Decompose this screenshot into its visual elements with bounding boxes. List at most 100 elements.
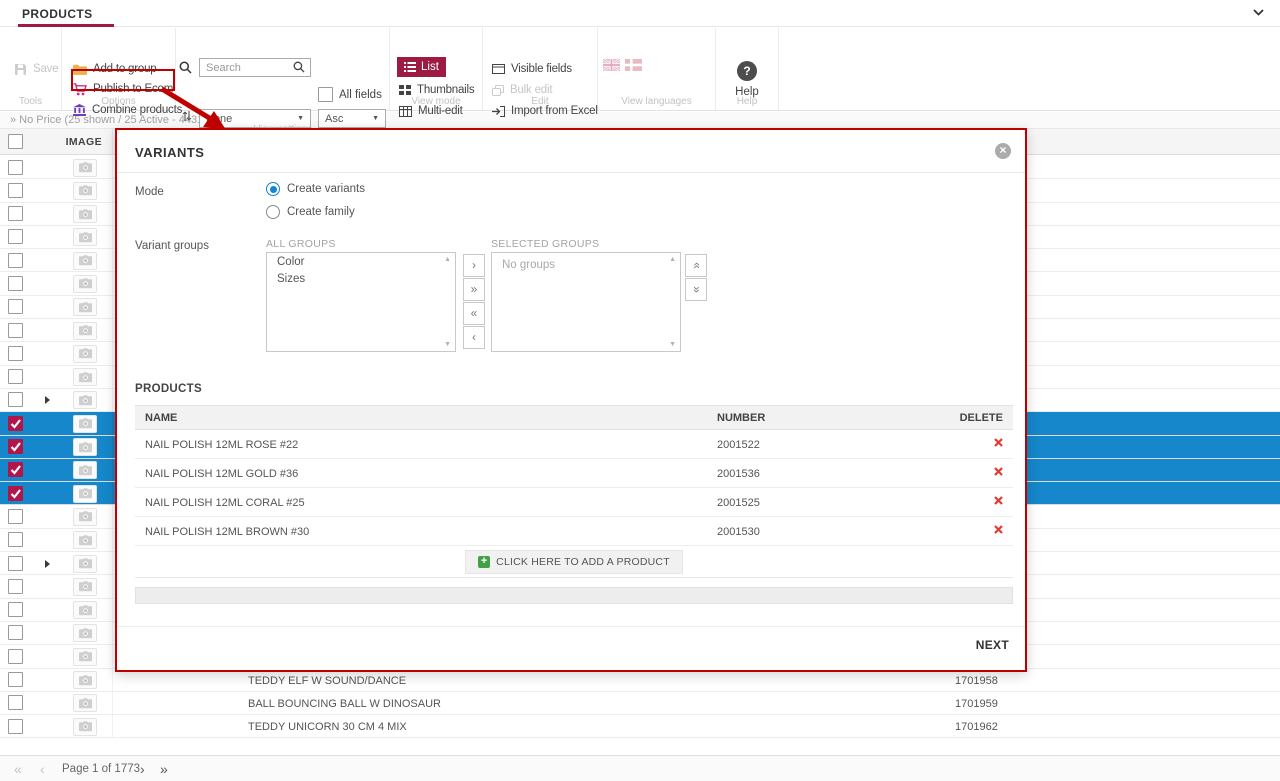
row-checkbox[interactable]	[8, 556, 23, 571]
image-placeholder-icon[interactable]	[73, 298, 97, 316]
listbox-item[interactable]: Color	[267, 253, 455, 270]
image-placeholder-icon[interactable]	[73, 345, 97, 363]
delete-product-icon[interactable]	[994, 438, 1003, 447]
row-checkbox[interactable]	[8, 183, 23, 198]
image-placeholder-icon[interactable]	[73, 368, 97, 386]
next-button[interactable]: NEXT	[976, 638, 1009, 652]
row-checkbox[interactable]	[8, 346, 23, 361]
row-checkbox[interactable]	[8, 486, 23, 501]
move-right-button[interactable]: ›	[463, 254, 485, 277]
modal-product-name: NAIL POLISH 12ML CORAL #25	[145, 497, 305, 509]
image-placeholder-icon[interactable]	[73, 555, 97, 573]
row-checkbox[interactable]	[8, 160, 23, 175]
image-placeholder-icon[interactable]	[73, 508, 97, 526]
row-checkbox[interactable]	[8, 392, 23, 407]
danish-flag-icon[interactable]	[625, 59, 642, 71]
row-checkbox[interactable]	[8, 509, 23, 524]
image-placeholder-icon[interactable]	[73, 485, 97, 503]
tab-products[interactable]: PRODUCTS	[22, 7, 93, 21]
last-page-button[interactable]: »	[160, 761, 168, 777]
image-placeholder-icon[interactable]	[73, 438, 97, 456]
image-placeholder-icon[interactable]	[73, 671, 97, 689]
delete-product-icon[interactable]	[994, 467, 1003, 476]
row-checkbox[interactable]	[8, 649, 23, 664]
delete-product-icon[interactable]	[994, 525, 1003, 534]
bulk-edit-label: Bulk edit	[510, 84, 552, 96]
row-checkbox[interactable]	[8, 579, 23, 594]
image-placeholder-icon[interactable]	[73, 624, 97, 642]
image-placeholder-icon[interactable]	[73, 205, 97, 223]
row-checkbox[interactable]	[8, 602, 23, 617]
image-placeholder-icon[interactable]	[73, 694, 97, 712]
image-placeholder-icon[interactable]	[73, 228, 97, 246]
table-row[interactable]: TEDDY ELF W SOUND/DANCE1701958	[0, 669, 1280, 692]
move-up-button[interactable]: »	[685, 254, 707, 277]
scroll-up-icon[interactable]: ▲	[444, 256, 451, 263]
product-number: 1701958	[955, 675, 998, 687]
image-placeholder-icon[interactable]	[73, 275, 97, 293]
image-placeholder-icon[interactable]	[73, 415, 97, 433]
save-button[interactable]: Save	[14, 60, 58, 78]
image-placeholder-icon[interactable]	[73, 322, 97, 340]
row-checkbox[interactable]	[8, 229, 23, 244]
image-placeholder-icon[interactable]	[73, 182, 97, 200]
next-page-button[interactable]: ›	[140, 761, 145, 777]
row-checkbox[interactable]	[8, 719, 23, 734]
image-placeholder-icon[interactable]	[73, 718, 97, 736]
prev-page-button[interactable]: ‹	[40, 761, 45, 777]
row-checkbox[interactable]	[8, 206, 23, 221]
scroll-down-icon[interactable]: ▼	[669, 341, 676, 348]
scroll-up-icon[interactable]: ▲	[669, 256, 676, 263]
row-checkbox[interactable]	[8, 532, 23, 547]
row-checkbox[interactable]	[8, 695, 23, 710]
search-submit-icon[interactable]	[293, 61, 305, 73]
scroll-down-icon[interactable]: ▼	[444, 341, 451, 348]
first-page-button[interactable]: «	[14, 761, 22, 777]
selected-groups-listbox[interactable]: No groups ▲ ▼	[491, 252, 681, 352]
help-icon[interactable]: ?	[737, 61, 757, 81]
listbox-item[interactable]: Sizes	[267, 270, 455, 287]
image-placeholder-icon[interactable]	[73, 648, 97, 666]
row-checkbox[interactable]	[8, 276, 23, 291]
image-placeholder-icon[interactable]	[73, 391, 97, 409]
radio-create-variants[interactable]: Create variants	[266, 182, 365, 196]
row-checkbox[interactable]	[8, 625, 23, 640]
move-all-right-button[interactable]: »	[463, 278, 485, 301]
uk-flag-icon[interactable]	[603, 59, 620, 71]
row-checkbox[interactable]	[8, 672, 23, 687]
collapse-ribbon-chevron-icon[interactable]	[1253, 9, 1264, 16]
row-checkbox[interactable]	[8, 462, 23, 477]
view-mode-list-button[interactable]: List	[397, 57, 446, 77]
move-left-button[interactable]: ‹	[463, 326, 485, 349]
move-all-left-button[interactable]: «	[463, 302, 485, 325]
table-row[interactable]: BALL BOUNCING BALL W DINOSAUR1701959	[0, 692, 1280, 715]
expand-arrow-icon[interactable]	[45, 396, 50, 404]
radio-create-family[interactable]: Create family	[266, 205, 355, 219]
image-placeholder-icon[interactable]	[73, 461, 97, 479]
row-checkbox[interactable]	[8, 299, 23, 314]
row-checkbox[interactable]	[8, 369, 23, 384]
image-column-header: IMAGE	[56, 136, 102, 148]
table-row[interactable]: TEDDY UNICORN 30 CM 4 MIX1701962	[0, 715, 1280, 738]
image-placeholder-icon[interactable]	[73, 578, 97, 596]
all-groups-listbox[interactable]: ▲ ▼ ColorSizes	[266, 252, 456, 352]
row-checkbox[interactable]	[8, 416, 23, 431]
move-down-button[interactable]: »	[685, 278, 707, 301]
all-fields-checkbox[interactable]	[318, 87, 333, 102]
row-checkbox[interactable]	[8, 323, 23, 338]
row-checkbox[interactable]	[8, 253, 23, 268]
select-all-checkbox[interactable]	[8, 134, 23, 149]
visible-fields-button[interactable]: Visible fields	[492, 60, 572, 78]
image-placeholder-icon[interactable]	[73, 159, 97, 177]
expand-arrow-icon[interactable]	[45, 560, 50, 568]
add-product-button[interactable]: + CLICK HERE TO ADD A PRODUCT	[465, 550, 683, 574]
sort-direction-select[interactable]: Asc▼	[318, 109, 386, 128]
image-placeholder-icon[interactable]	[73, 531, 97, 549]
close-icon[interactable]: ×	[995, 143, 1011, 159]
modal-product-row: NAIL POLISH 12ML GOLD #362001536	[135, 459, 1013, 488]
double-chevron-down-icon: »	[686, 286, 707, 293]
image-placeholder-icon[interactable]	[73, 252, 97, 270]
row-checkbox[interactable]	[8, 439, 23, 454]
delete-product-icon[interactable]	[994, 496, 1003, 505]
image-placeholder-icon[interactable]	[73, 601, 97, 619]
